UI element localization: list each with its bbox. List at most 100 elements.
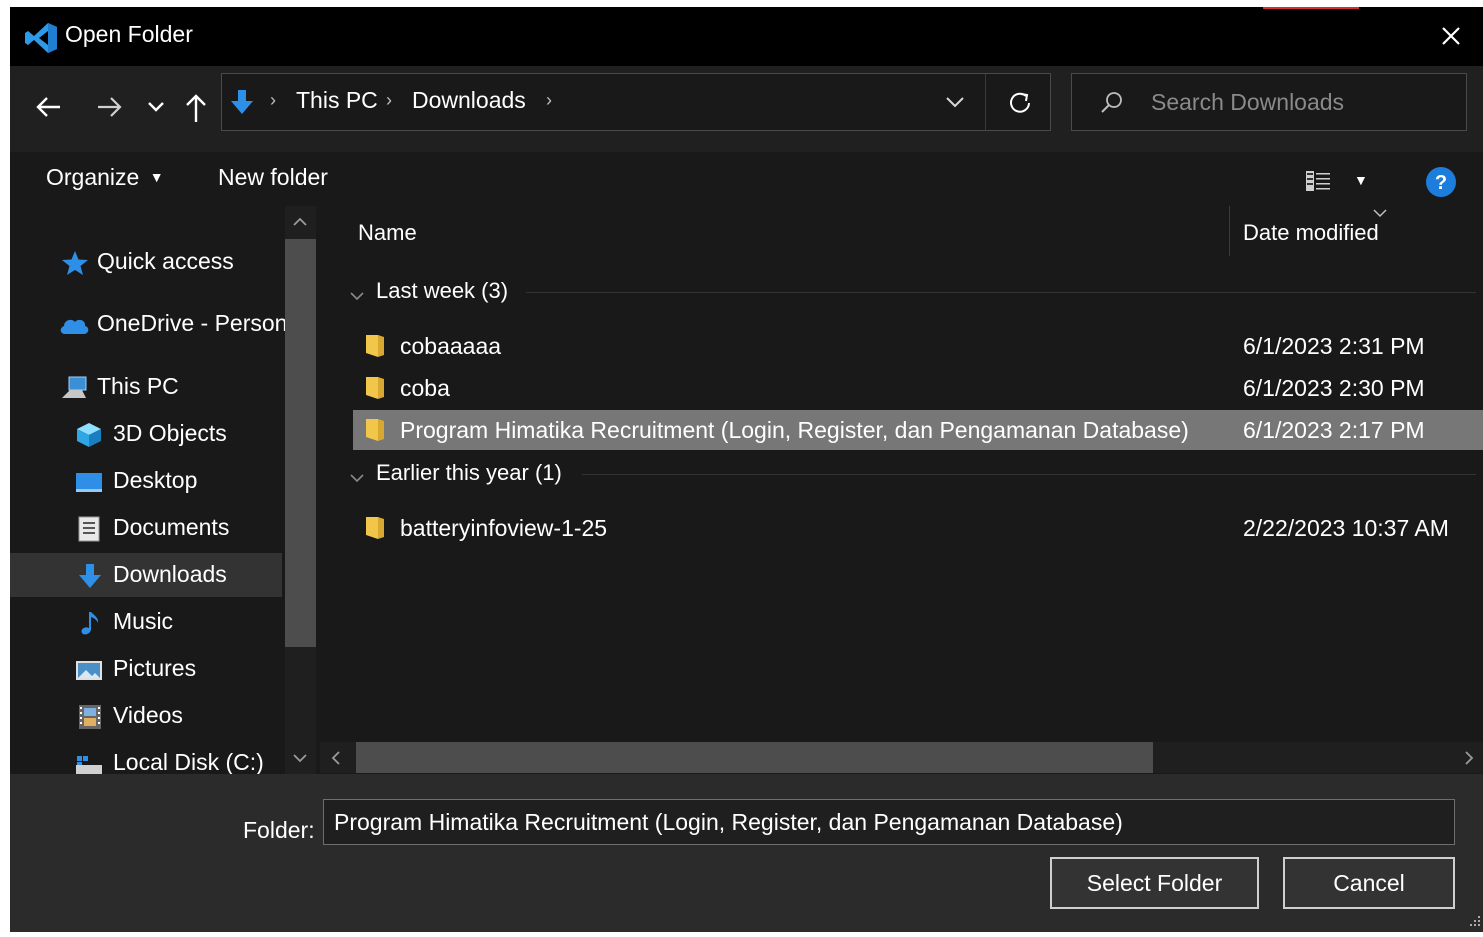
file-row-batteryinfoview[interactable]: batteryinfoview-1-25 2/22/2023 10:37 AM (353, 508, 1483, 548)
sidebar-item-label: This PC (97, 373, 179, 399)
file-row-cobaaaaa[interactable]: cobaaaaa 6/1/2023 2:31 PM (353, 326, 1483, 366)
organize-label: Organize (46, 164, 140, 190)
file-list-horizontal-scrollbar[interactable] (320, 742, 1483, 773)
group-collapse-chevron-icon[interactable] (348, 472, 366, 484)
file-list: Name Date modified Last week (3) cobaaaa… (320, 206, 1483, 774)
sidebar-item-label: Desktop (113, 467, 198, 493)
search-icon (1101, 92, 1122, 113)
new-folder-button[interactable]: New folder (218, 164, 328, 191)
organize-dropdown-caret-icon: ▼ (149, 169, 164, 185)
navigation-bar: › This PC › Downloads › Search Downloads (10, 66, 1483, 152)
address-history-chevron-down-icon[interactable] (944, 94, 966, 110)
music-note-icon (81, 612, 99, 635)
group-header-last-week[interactable]: Last week (3) (376, 278, 508, 304)
file-name: cobaaaaa (400, 333, 502, 359)
sidebar-item-desktop[interactable]: Desktop (10, 459, 282, 503)
sidebar-item-label: Documents (113, 514, 230, 540)
sidebar-item-quick-access[interactable]: Quick access (10, 240, 282, 284)
vscode-logo-icon (25, 23, 57, 53)
open-folder-dialog: Open Folder › This PC › Downloads › Sear… (10, 7, 1483, 932)
up-arrow-icon[interactable] (182, 92, 210, 124)
sidebar-item-label: Pictures (113, 655, 197, 681)
refresh-icon[interactable] (1007, 90, 1033, 116)
view-details-icon[interactable] (1304, 169, 1334, 193)
column-header-name[interactable]: Name (358, 220, 417, 246)
organize-button[interactable]: Organize ▼ (46, 164, 164, 191)
select-folder-button[interactable]: Select Folder (1050, 857, 1259, 909)
back-arrow-icon[interactable] (34, 92, 64, 122)
cancel-button[interactable]: Cancel (1283, 857, 1455, 909)
group-collapse-chevron-icon[interactable] (348, 290, 366, 302)
sort-chevron-down-icon (1373, 209, 1387, 218)
address-divider (985, 74, 986, 130)
file-date: 6/1/2023 2:17 PM (1243, 417, 1425, 443)
sidebar-item-label: Music (113, 608, 174, 634)
file-name: coba (400, 375, 450, 401)
breadcrumb-downloads[interactable]: Downloads (412, 87, 526, 114)
navigation-pane: Quick access OneDrive - Person This PC 3… (10, 206, 320, 775)
file-row-program-himatika-recruitment[interactable]: Program Himatika Recruitment (Login, Reg… (353, 410, 1483, 450)
folder-name-input[interactable] (323, 799, 1455, 845)
file-date: 6/1/2023 2:31 PM (1243, 333, 1425, 359)
sidebar-item-music[interactable]: Music (10, 600, 282, 644)
star-icon (62, 251, 88, 275)
picture-icon (76, 661, 102, 680)
file-list-scrollbar-thumb[interactable] (356, 742, 1153, 773)
column-divider[interactable] (1229, 206, 1230, 256)
sidebar-item-documents[interactable]: Documents (10, 506, 282, 550)
group-divider (582, 474, 1476, 475)
sidebar-item-label: Downloads (113, 561, 227, 587)
download-arrow-icon (79, 564, 101, 588)
window-title: Open Folder (65, 21, 193, 47)
cube-icon (77, 423, 101, 447)
folder-icon (366, 377, 384, 399)
sidebar-item-label: OneDrive - Person (97, 310, 288, 336)
desktop-icon (76, 473, 102, 492)
sidebar-item-label: Local Disk (C:) (113, 749, 264, 775)
file-row-coba[interactable]: coba 6/1/2023 2:30 PM (353, 368, 1483, 408)
file-date: 6/1/2023 2:30 PM (1243, 375, 1425, 401)
sidebar-scrollbar-thumb[interactable] (285, 239, 316, 647)
sidebar-item-this-pc[interactable]: This PC (10, 365, 282, 409)
address-bar[interactable]: › This PC › Downloads › (221, 73, 1051, 131)
column-header-date-modified[interactable]: Date modified (1243, 220, 1379, 246)
title-bar: Open Folder (10, 7, 1483, 66)
help-icon[interactable]: ? (1425, 166, 1457, 198)
folder-icon (366, 419, 384, 441)
cloud-icon (60, 319, 89, 334)
breadcrumb-separator-icon: › (270, 90, 276, 110)
search-input[interactable]: Search Downloads (1151, 89, 1344, 116)
group-header-earlier-this-year[interactable]: Earlier this year (1) (376, 460, 562, 486)
close-icon[interactable] (1431, 20, 1471, 54)
scroll-left-chevron-icon[interactable] (330, 750, 342, 766)
dialog-footer: Folder: Select Folder Cancel (10, 774, 1483, 932)
sidebar-item-onedrive[interactable]: OneDrive - Person (10, 302, 287, 346)
scroll-right-chevron-icon[interactable] (1463, 750, 1475, 766)
search-box[interactable]: Search Downloads (1071, 73, 1467, 131)
document-icon (78, 516, 100, 542)
sidebar-item-pictures[interactable]: Pictures (10, 647, 282, 691)
svg-text:?: ? (1435, 172, 1447, 194)
resize-grip-icon[interactable] (1468, 914, 1482, 928)
sidebar-item-label: 3D Objects (113, 420, 227, 446)
breadcrumb-separator-icon[interactable]: › (546, 90, 552, 111)
sidebar-item-videos[interactable]: Videos (10, 694, 282, 738)
view-options-caret-icon[interactable]: ▼ (1354, 172, 1368, 188)
folder-icon (366, 517, 384, 539)
breadcrumb-separator-icon: › (386, 90, 392, 110)
sidebar-item-3d-objects[interactable]: 3D Objects (10, 412, 282, 456)
file-name: Program Himatika Recruitment (Login, Reg… (400, 417, 1189, 443)
scroll-up-chevron-icon[interactable] (291, 216, 309, 228)
sidebar-vertical-scrollbar[interactable] (285, 206, 316, 774)
sidebar-item-label: Quick access (97, 248, 234, 274)
file-date: 2/22/2023 10:37 AM (1243, 515, 1449, 541)
computer-icon (62, 376, 87, 398)
sidebar-item-downloads[interactable]: Downloads (10, 553, 282, 597)
sidebar-item-label: Videos (113, 702, 183, 728)
scroll-down-chevron-icon[interactable] (291, 752, 309, 764)
forward-arrow-icon[interactable] (94, 92, 124, 122)
command-toolbar: Organize ▼ New folder ▼ ? (10, 152, 1483, 206)
breadcrumb-this-pc[interactable]: This PC (296, 87, 378, 114)
downloads-location-icon (231, 90, 253, 114)
recent-locations-chevron-down-icon[interactable] (146, 99, 166, 115)
